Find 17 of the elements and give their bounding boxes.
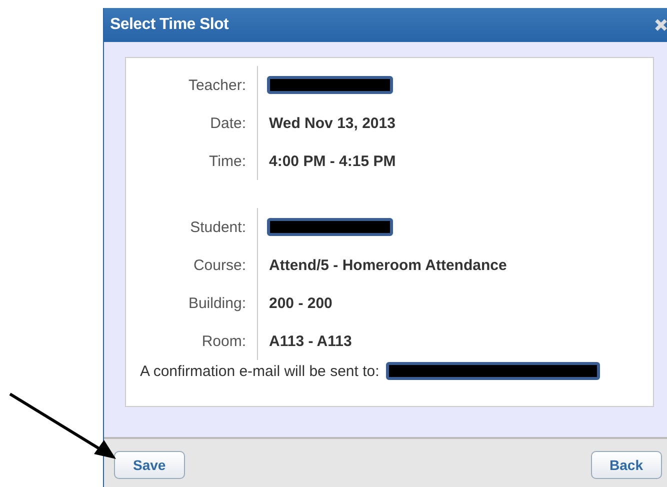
field-value: Wed Nov 13, 2013 bbox=[269, 114, 396, 132]
field-label: Student: bbox=[126, 208, 258, 246]
field-value: Attend/5 - Homeroom Attendance bbox=[269, 256, 507, 274]
close-icon[interactable] bbox=[654, 18, 667, 32]
field-label: Room: bbox=[126, 322, 258, 360]
back-button[interactable]: Back bbox=[590, 451, 662, 479]
field-value: 4:00 PM - 4:15 PM bbox=[269, 152, 396, 170]
field-label: Date: bbox=[126, 104, 258, 142]
field-label: Teacher: bbox=[126, 66, 258, 104]
save-button[interactable]: Save bbox=[114, 451, 185, 479]
field-value: A113 - A113 bbox=[269, 332, 352, 350]
field-label: Time: bbox=[126, 142, 258, 180]
field-label: Building: bbox=[126, 284, 258, 322]
field-label: Course: bbox=[126, 246, 258, 284]
field-value: 200 - 200 bbox=[269, 294, 332, 312]
dialog-title: Select Time Slot bbox=[110, 16, 229, 34]
confirmation-text: A confirmation e-mail will be sent to: bbox=[140, 362, 380, 380]
